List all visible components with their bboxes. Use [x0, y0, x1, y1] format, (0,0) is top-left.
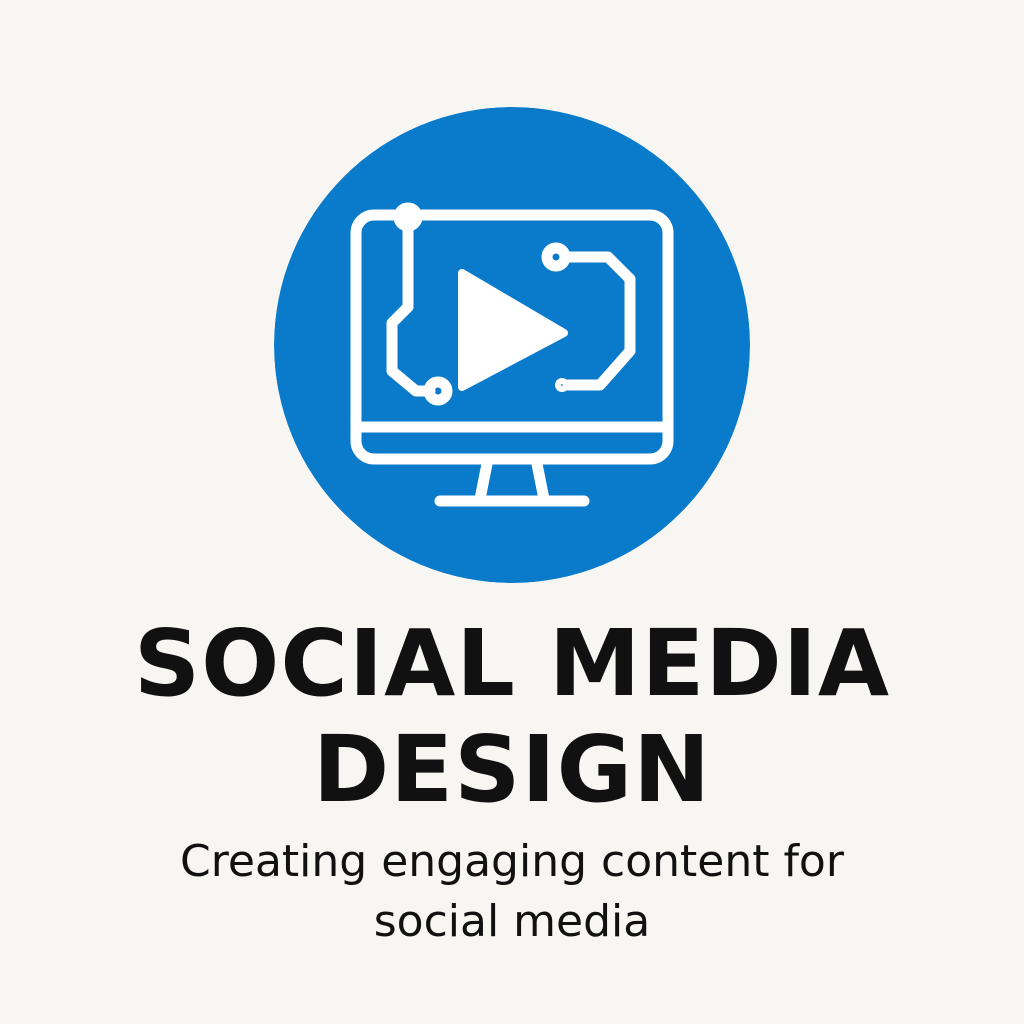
logo-circle — [274, 107, 750, 583]
title-line-2: DESIGN — [312, 716, 712, 823]
title-line-1: SOCIAL MEDIA — [133, 610, 891, 717]
poster-canvas: SOCIAL MEDIA DESIGN Creating engaging co… — [0, 0, 1024, 1024]
subtitle-line-2: social media — [373, 896, 651, 947]
subtitle-line-1: Creating engaging content for — [180, 836, 844, 887]
monitor-play-circuit-icon — [274, 107, 750, 583]
